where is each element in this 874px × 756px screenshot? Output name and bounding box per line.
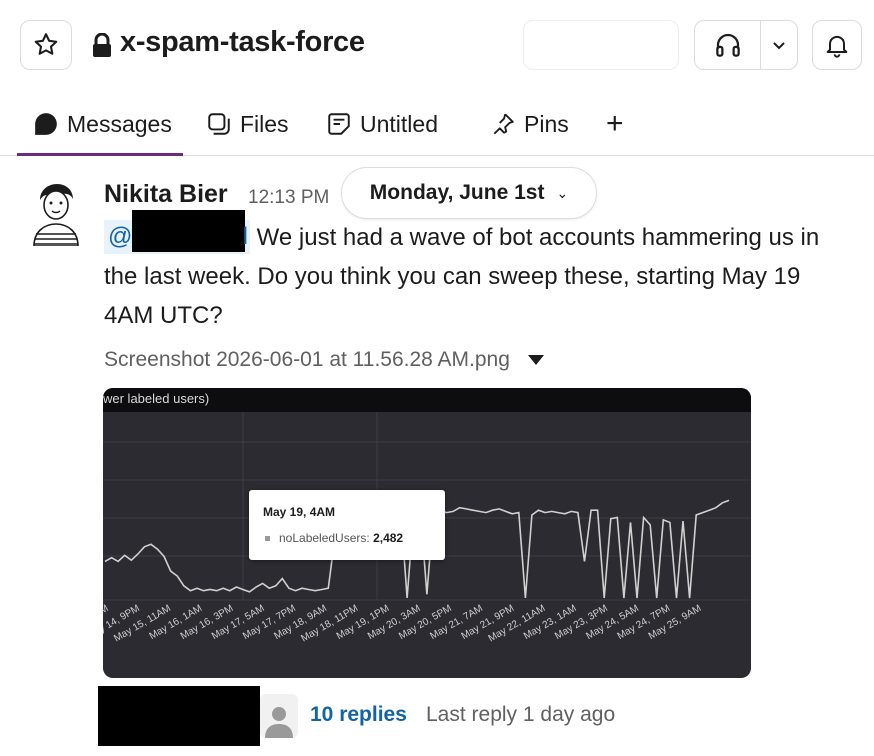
message-body: @ l We just had a wave of bot accounts ha…: [104, 210, 874, 335]
tab-untitled[interactable]: Untitled: [326, 92, 438, 156]
redacted-reply-avatars: [98, 686, 260, 746]
channel-tabs: Messages Files Untitled Pins +: [0, 92, 874, 156]
message-line-3: 4AM UTC?: [104, 302, 223, 329]
chevron-down-icon: [773, 42, 785, 50]
tab-files-label: Files: [240, 110, 289, 137]
attachment-header[interactable]: Screenshot 2026-06-01 at 11.56.28 AM.png: [104, 348, 544, 372]
tab-messages[interactable]: Messages: [17, 92, 183, 156]
pin-icon: [493, 113, 514, 135]
bell-icon: [826, 35, 848, 58]
files-icon: [208, 113, 230, 135]
message-timestamp[interactable]: 12:13 PM: [248, 187, 329, 209]
start-huddle[interactable]: [695, 21, 761, 69]
date-divider[interactable]: Monday, June 1st ⌄: [341, 167, 597, 219]
channel-members-area[interactable]: [523, 20, 679, 70]
thread-replies-link[interactable]: 10 replies: [310, 703, 407, 727]
messages-icon: [35, 113, 57, 135]
tab-pins[interactable]: Pins: [490, 92, 569, 156]
channel-name[interactable]: x-spam-task-force: [120, 26, 365, 59]
redacted-name: [132, 210, 245, 252]
chart-tooltip: May 19, 4AM noLabeledUsers: 2,482: [249, 490, 445, 560]
user-placeholder-icon: [265, 707, 293, 738]
avatar[interactable]: [26, 180, 86, 246]
add-tab-button[interactable]: +: [606, 92, 624, 156]
tooltip-series-marker: [265, 536, 270, 541]
huddle-options[interactable]: [761, 21, 797, 69]
canvas-icon: [328, 113, 350, 135]
attachment-image[interactable]: wer labeled users) AM y 14, 9PM May 15, 11…: [103, 388, 751, 678]
attachment-file-name: Screenshot 2026-06-01 at 11.56.28 AM.png: [104, 348, 510, 371]
date-divider-label: Monday, June 1st: [369, 181, 545, 204]
active-tab-indicator: [17, 153, 183, 156]
chevron-down-icon: ⌄: [556, 184, 569, 201]
star-icon: [34, 33, 58, 55]
add-tab-icon: +: [606, 107, 624, 140]
collapse-attachment-icon[interactable]: [527, 355, 544, 365]
tooltip-value-row: noLabeledUsers: 2,482: [279, 531, 404, 545]
last-reply-time: Last reply 1 day ago: [426, 703, 616, 726]
lock-icon: [93, 33, 111, 57]
message-line-1: @ l We just had a wave of bot accounts ha…: [104, 210, 874, 257]
huddle-button[interactable]: [694, 20, 798, 70]
tab-pins-label: Pins: [524, 110, 569, 137]
star-channel-button[interactable]: [20, 20, 72, 70]
channel-header: x-spam-task-force: [0, 0, 874, 92]
reply-avatar[interactable]: [260, 694, 298, 738]
tab-files[interactable]: Files: [206, 92, 289, 156]
notifications-button[interactable]: [812, 20, 862, 70]
tab-messages-label: Messages: [67, 110, 172, 137]
tooltip-title: May 19, 4AM: [263, 505, 336, 519]
message-line-2: the last week. Do you think you can swee…: [104, 263, 801, 290]
headphones-icon: [715, 33, 740, 57]
tab-untitled-label: Untitled: [360, 110, 438, 137]
message-author[interactable]: Nikita Bier: [104, 180, 228, 209]
user-mention[interactable]: @ l: [104, 210, 250, 254]
